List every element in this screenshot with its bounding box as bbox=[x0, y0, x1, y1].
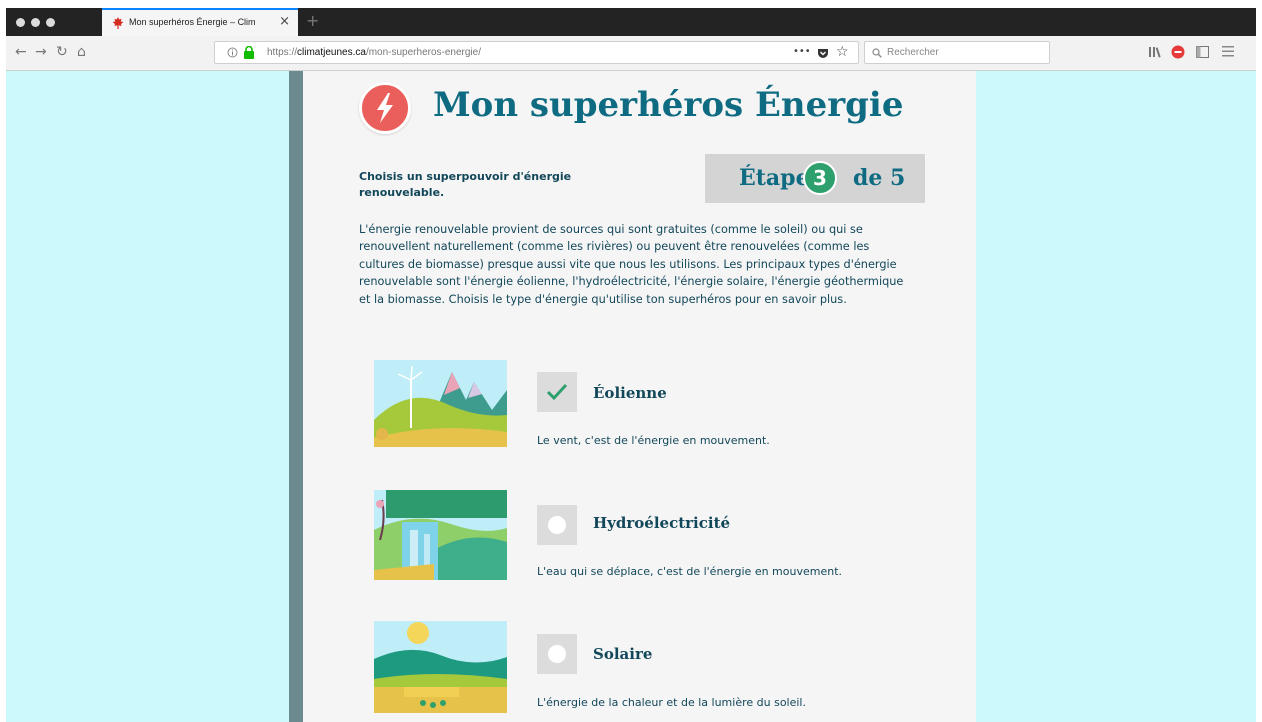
wind-landscape-image bbox=[374, 360, 507, 447]
tab-close-icon[interactable]: × bbox=[279, 14, 290, 29]
option-radio-hydroelectricite[interactable] bbox=[537, 505, 577, 545]
intro-paragraph: L'énergie renouvelable provient de sourc… bbox=[359, 223, 904, 306]
left-accent-bar bbox=[289, 71, 303, 722]
option-checkbox-eolienne[interactable] bbox=[537, 372, 577, 412]
window-minimize-dot[interactable] bbox=[31, 18, 40, 27]
url-text: https://climatjeunes.ca/mon-superheros-e… bbox=[267, 47, 481, 58]
option-desc-eolienne: Le vent, c'est de l'énergie en mouvement… bbox=[537, 434, 770, 447]
nav-bar: ← → ↻ ⌂ https://climatjeunes.ca/mon-supe… bbox=[6, 36, 1256, 71]
window-maximize-dot[interactable] bbox=[46, 18, 55, 27]
checkmark-icon bbox=[546, 383, 568, 401]
step-indicator: Étape 3 de 5 bbox=[705, 154, 925, 203]
page-actions-icon[interactable]: ••• bbox=[793, 46, 811, 57]
hydro-landscape-image bbox=[374, 490, 507, 580]
window-close-dot[interactable] bbox=[16, 18, 25, 27]
reload-icon[interactable]: ↻ bbox=[56, 44, 68, 60]
forward-icon[interactable]: → bbox=[35, 44, 47, 60]
new-tab-button[interactable]: + bbox=[306, 11, 319, 30]
menu-icon[interactable] bbox=[1222, 46, 1234, 57]
bookmark-star-icon[interactable]: ☆ bbox=[836, 44, 849, 60]
search-icon bbox=[872, 48, 882, 58]
step-number-badge: 3 bbox=[803, 161, 837, 195]
search-input[interactable]: Rechercher bbox=[864, 41, 1050, 64]
lightning-logo-icon bbox=[359, 82, 411, 134]
library-icon[interactable] bbox=[1148, 46, 1162, 58]
maple-leaf-icon bbox=[112, 17, 124, 29]
sidebar-icon[interactable] bbox=[1196, 46, 1209, 58]
step-total: de 5 bbox=[853, 165, 906, 191]
option-desc-solaire: L'énergie de la chaleur et de la lumière… bbox=[537, 696, 806, 709]
option-radio-solaire[interactable] bbox=[537, 634, 577, 674]
home-icon[interactable]: ⌂ bbox=[77, 44, 86, 60]
info-icon[interactable] bbox=[227, 47, 238, 58]
adblock-icon[interactable] bbox=[1171, 45, 1185, 59]
address-bar[interactable]: https://climatjeunes.ca/mon-superheros-e… bbox=[214, 41, 859, 64]
pocket-icon[interactable] bbox=[817, 47, 829, 59]
solar-landscape-image bbox=[374, 621, 507, 713]
option-label-hydroelectricite[interactable]: Hydroélectricité bbox=[593, 514, 730, 532]
main-panel: Mon superhéros Énergie Choisis un superp… bbox=[303, 71, 976, 722]
step-word: Étape bbox=[739, 165, 810, 191]
browser-tab[interactable]: Mon superhéros Énergie – Clim × bbox=[102, 8, 298, 36]
back-icon[interactable]: ← bbox=[15, 44, 27, 60]
search-placeholder: Rechercher bbox=[887, 47, 939, 58]
page-title: Mon superhéros Énergie bbox=[433, 85, 904, 125]
lock-icon[interactable] bbox=[243, 46, 255, 59]
tab-title: Mon superhéros Énergie – Clim bbox=[129, 17, 256, 27]
option-label-solaire[interactable]: Solaire bbox=[593, 645, 652, 663]
tab-bar: Mon superhéros Énergie – Clim × + bbox=[6, 8, 1256, 36]
instruction-text: Choisis un superpouvoir d'énergie renouv… bbox=[359, 170, 572, 199]
option-desc-hydroelectricite: L'eau qui se déplace, c'est de l'énergie… bbox=[537, 565, 843, 578]
option-label-eolienne[interactable]: Éolienne bbox=[593, 384, 667, 402]
page-content: Mon superhéros Énergie Choisis un superp… bbox=[6, 71, 1256, 722]
